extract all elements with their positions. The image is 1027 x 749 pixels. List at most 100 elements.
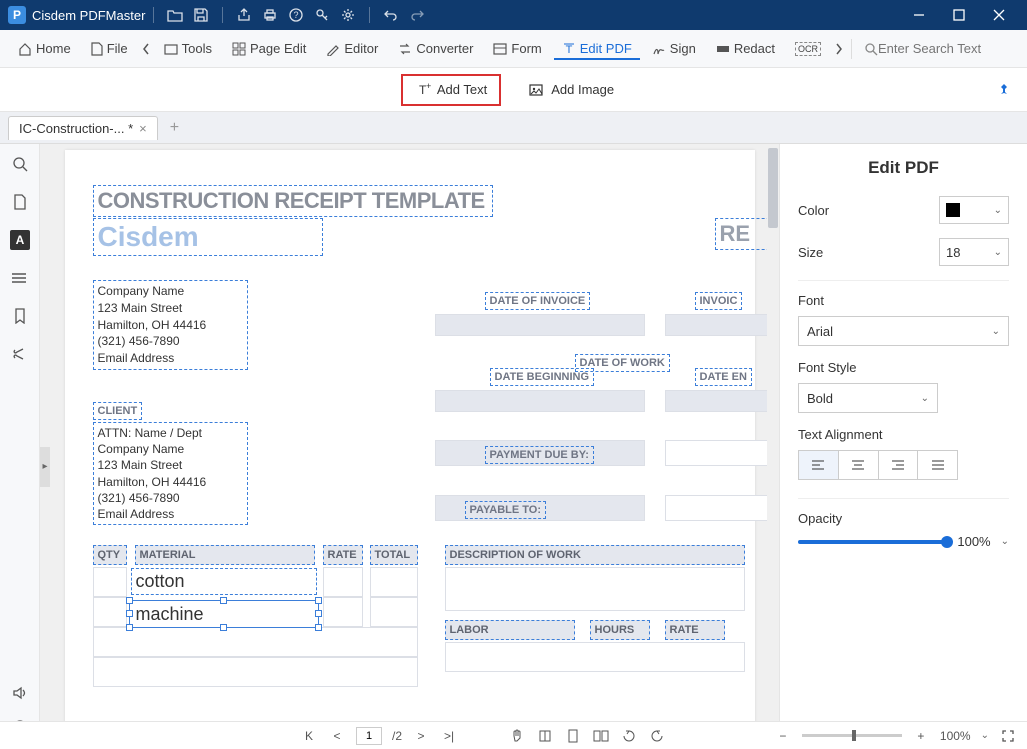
- size-label: Size: [798, 245, 823, 260]
- hand-tool-icon[interactable]: [508, 727, 526, 745]
- minimize-button[interactable]: [899, 0, 939, 30]
- th-rate2[interactable]: RATE: [665, 620, 725, 640]
- page-input[interactable]: [356, 727, 382, 745]
- pdf-page[interactable]: CONSTRUCTION RECEIPT TEMPLATE Cisdem RE …: [65, 150, 755, 731]
- align-center-button[interactable]: [839, 451, 879, 479]
- form-button[interactable]: Form: [485, 37, 549, 60]
- svg-text:+: +: [426, 82, 431, 91]
- home-button[interactable]: Home: [10, 37, 79, 60]
- zoom-out-icon[interactable]: −: [774, 727, 792, 745]
- search-box[interactable]: [864, 41, 1019, 56]
- th-total[interactable]: TOTAL: [370, 545, 418, 565]
- search-pane-icon[interactable]: [10, 154, 30, 174]
- payment-due-label[interactable]: PAYMENT DUE BY:: [485, 446, 594, 464]
- tools-button[interactable]: Tools: [156, 37, 220, 60]
- chevron-right-icon[interactable]: [833, 39, 845, 59]
- size-select[interactable]: 18⌄: [939, 238, 1009, 266]
- outline-pane-icon[interactable]: [10, 268, 30, 288]
- selected-text-box[interactable]: machine: [129, 600, 319, 628]
- file-button[interactable]: File: [83, 37, 136, 60]
- ocr-button[interactable]: OCR: [787, 38, 829, 60]
- th-qty[interactable]: QTY: [93, 545, 127, 565]
- maximize-button[interactable]: [939, 0, 979, 30]
- invoice-label[interactable]: INVOIC: [695, 292, 743, 310]
- receipt-box[interactable]: RE: [715, 218, 768, 250]
- redact-button[interactable]: Redact: [708, 37, 783, 60]
- svg-text:T: T: [565, 44, 572, 56]
- client-label[interactable]: CLIENT: [93, 402, 143, 420]
- bookmark-pane-icon[interactable]: [10, 306, 30, 326]
- fit-width-icon[interactable]: [536, 727, 554, 745]
- page-pane-icon[interactable]: [10, 192, 30, 212]
- help-icon[interactable]: ?: [287, 6, 305, 24]
- rotate-left-icon[interactable]: [620, 727, 638, 745]
- sound-icon[interactable]: [10, 683, 30, 703]
- key-icon[interactable]: [313, 6, 331, 24]
- heading-box[interactable]: CONSTRUCTION RECEIPT TEMPLATE: [93, 185, 493, 217]
- th-hours[interactable]: HOURS: [590, 620, 650, 640]
- document-canvas[interactable]: ▸ ◂ CONSTRUCTION RECEIPT TEMPLATE Cisdem…: [40, 144, 779, 749]
- opacity-slider[interactable]: [798, 540, 947, 544]
- redo-icon[interactable]: [408, 6, 426, 24]
- font-select[interactable]: Arial⌄: [798, 316, 1009, 346]
- text-pane-icon[interactable]: A: [10, 230, 30, 250]
- first-page-icon[interactable]: K: [300, 727, 318, 745]
- color-label: Color: [798, 203, 829, 218]
- prev-page-icon[interactable]: <: [328, 727, 346, 745]
- close-button[interactable]: [979, 0, 1019, 30]
- chevron-left-icon[interactable]: [140, 39, 152, 59]
- font-style-select[interactable]: Bold⌄: [798, 383, 938, 413]
- th-rate[interactable]: RATE: [323, 545, 363, 565]
- zoom-slider[interactable]: [802, 734, 902, 737]
- th-labor[interactable]: LABOR: [445, 620, 575, 640]
- converter-button[interactable]: Converter: [390, 37, 481, 60]
- date-invoice-label[interactable]: DATE OF INVOICE: [485, 292, 591, 310]
- page-edit-button[interactable]: Page Edit: [224, 37, 314, 60]
- document-tab[interactable]: IC-Construction-... * ×: [8, 116, 158, 140]
- client-box[interactable]: ATTN: Name / Dept Company Name 123 Main …: [93, 422, 248, 525]
- sign-button[interactable]: Sign: [644, 37, 704, 60]
- last-page-icon[interactable]: >|: [440, 727, 458, 745]
- color-picker[interactable]: ⌄: [939, 196, 1009, 224]
- align-label: Text Alignment: [798, 427, 1009, 442]
- two-page-icon[interactable]: [592, 727, 610, 745]
- font-label: Font: [798, 293, 1009, 308]
- date-begin-label[interactable]: DATE BEGINNING: [490, 368, 595, 386]
- new-tab-button[interactable]: +: [170, 119, 179, 137]
- th-desc[interactable]: DESCRIPTION OF WORK: [445, 545, 745, 565]
- open-icon[interactable]: [166, 6, 184, 24]
- print-icon[interactable]: [261, 6, 279, 24]
- edit-pdf-button[interactable]: TEdit PDF: [554, 37, 640, 60]
- pin-icon[interactable]: [997, 83, 1011, 97]
- material-cell-1[interactable]: cotton: [131, 568, 317, 595]
- th-material[interactable]: MATERIAL: [135, 545, 315, 565]
- align-right-button[interactable]: [879, 451, 919, 479]
- undo-icon[interactable]: [382, 6, 400, 24]
- add-text-button[interactable]: T+ Add Text: [401, 74, 501, 106]
- next-page-icon[interactable]: >: [412, 727, 430, 745]
- settings-icon[interactable]: [339, 6, 357, 24]
- fullscreen-icon[interactable]: [999, 727, 1017, 745]
- align-justify-button[interactable]: [918, 451, 957, 479]
- clip-pane-icon[interactable]: [10, 344, 30, 364]
- app-logo: P: [8, 6, 26, 24]
- align-left-button[interactable]: [799, 451, 839, 479]
- collapse-left-icon[interactable]: ▸: [40, 447, 50, 487]
- brand-box[interactable]: Cisdem: [93, 218, 323, 256]
- search-icon: [864, 42, 878, 56]
- payable-to-label[interactable]: PAYABLE TO:: [465, 501, 547, 519]
- zoom-in-icon[interactable]: +: [912, 727, 930, 745]
- single-page-icon[interactable]: [564, 727, 582, 745]
- company-box[interactable]: Company Name 123 Main Street Hamilton, O…: [93, 280, 248, 370]
- vertical-scrollbar[interactable]: [767, 144, 779, 731]
- document-tab-bar: IC-Construction-... * × +: [0, 112, 1027, 144]
- align-group: [798, 450, 958, 480]
- date-end-label[interactable]: DATE EN: [695, 368, 752, 386]
- rotate-right-icon[interactable]: [648, 727, 666, 745]
- editor-button[interactable]: Editor: [318, 37, 386, 60]
- save-icon[interactable]: [192, 6, 210, 24]
- add-image-button[interactable]: Add Image: [517, 76, 626, 104]
- share-icon[interactable]: [235, 6, 253, 24]
- search-input[interactable]: [878, 41, 1018, 56]
- tab-close-icon[interactable]: ×: [139, 121, 147, 136]
